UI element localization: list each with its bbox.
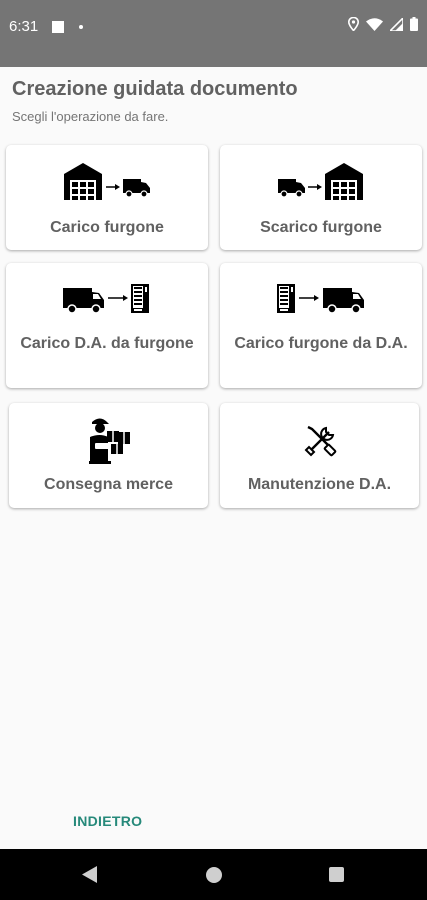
operation-card-carico-da-da-furgone[interactable]: Carico D.A. da furgone: [6, 263, 208, 388]
warehouse-to-van-icon: [64, 163, 150, 200]
operation-card-label: Consegna merce: [44, 476, 173, 493]
delivery-person-icon: [88, 418, 130, 464]
nav-recents-icon[interactable]: [329, 867, 344, 882]
navigation-bar: [0, 849, 427, 900]
operation-card-consegna-merce[interactable]: Consegna merce: [9, 403, 208, 508]
location-icon: [348, 17, 359, 31]
page-subtitle: Scegli l'operazione da fare.: [12, 109, 169, 124]
status-time: 6:31: [9, 18, 39, 35]
back-button[interactable]: INDIETRO: [73, 813, 142, 829]
operation-card-label: Carico furgone da D.A.: [234, 335, 408, 352]
operation-card-label: Carico D.A. da furgone: [20, 335, 194, 352]
more-notifications-icon: [79, 25, 83, 29]
operation-card-label: Carico furgone: [50, 219, 164, 236]
operation-card-label: Scarico furgone: [260, 219, 382, 236]
operation-card-label: Manutenzione D.A.: [247, 476, 392, 493]
tools-icon: [304, 425, 336, 457]
van-to-vending-machine-icon: [63, 284, 149, 314]
vending-machine-to-van-icon: [277, 284, 364, 314]
battery-icon: [410, 17, 418, 31]
status-icons: [348, 17, 418, 31]
page-title: Creazione guidata documento: [12, 78, 298, 100]
operation-card-carico-furgone-da-da[interactable]: Carico furgone da D.A.: [220, 263, 422, 388]
operation-card-manutenzione-da[interactable]: Manutenzione D.A.: [220, 403, 419, 508]
operation-card-carico-furgone[interactable]: Carico furgone: [6, 145, 208, 250]
signal-icon: [390, 17, 403, 31]
nav-back-icon[interactable]: [82, 866, 97, 883]
wifi-icon: [366, 17, 383, 31]
notification-icon: [52, 21, 64, 33]
operation-card-scarico-furgone[interactable]: Scarico furgone: [220, 145, 422, 250]
van-to-warehouse-icon: [278, 163, 363, 200]
nav-home-icon[interactable]: [206, 867, 222, 883]
status-bar: 6:31: [0, 0, 427, 67]
